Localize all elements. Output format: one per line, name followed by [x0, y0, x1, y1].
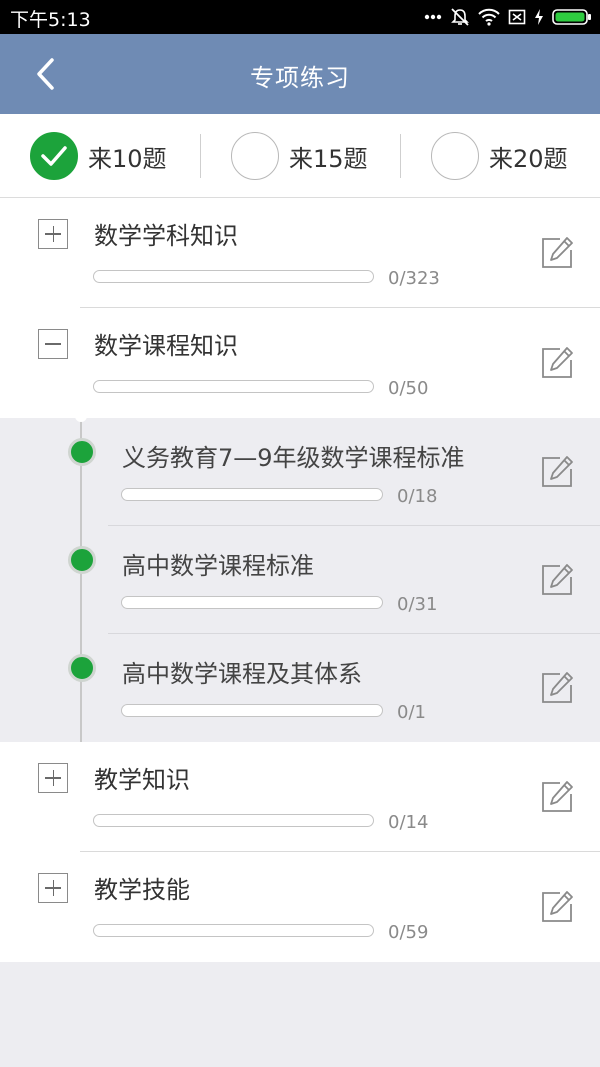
progress-bar [121, 704, 383, 717]
edit-practice-icon[interactable] [540, 346, 574, 380]
progress-bar [93, 380, 374, 393]
mute-icon [451, 8, 469, 26]
subcategory-name: 高中数学课程及其体系 [122, 660, 362, 688]
progress-count: 0/31 [397, 594, 438, 615]
option-15-questions[interactable]: 来15题 [231, 131, 368, 181]
battery-icon [552, 9, 591, 25]
empty-area [0, 962, 600, 1067]
progress-count: 0/50 [388, 378, 429, 399]
status-time: 下午5:13 [10, 9, 91, 31]
edit-practice-icon[interactable] [540, 671, 574, 705]
progress-bar [93, 270, 374, 283]
option-20-questions[interactable]: 来20题 [431, 131, 568, 181]
subcategory-row[interactable]: 义务教育7—9年级数学课程标准 0/18 [0, 418, 600, 526]
category-name: 数学课程知识 [94, 332, 238, 360]
progress-count: 0/323 [388, 268, 440, 289]
charging-icon [535, 9, 543, 25]
expand-plus-icon[interactable] [38, 219, 68, 249]
subcategory-row[interactable]: 高中数学课程标准 0/31 [0, 526, 600, 634]
subcategory-name: 高中数学课程标准 [122, 552, 314, 580]
category-row[interactable]: 数学学科知识 0/323 [0, 198, 600, 308]
divider [400, 134, 401, 178]
category-name: 教学技能 [94, 876, 190, 904]
progress-bar [121, 596, 383, 609]
category-row[interactable]: 教学技能 0/59 [0, 852, 600, 962]
checkmark-icon [41, 146, 67, 166]
progress-count: 0/59 [388, 922, 429, 943]
timeline-dot [68, 546, 96, 574]
divider [200, 134, 201, 178]
edit-practice-icon[interactable] [540, 890, 574, 924]
progress-bar [93, 924, 374, 937]
edit-practice-icon[interactable] [540, 236, 574, 270]
progress-bar [121, 488, 383, 501]
progress-bar [93, 814, 374, 827]
progress-count: 0/18 [397, 486, 438, 507]
option-label: 来20题 [489, 144, 568, 173]
radio-unchecked[interactable] [231, 132, 279, 180]
radio-unchecked[interactable] [431, 132, 479, 180]
timeline-dot [68, 654, 96, 682]
collapse-minus-icon[interactable] [38, 329, 68, 359]
option-label: 来15题 [289, 144, 368, 173]
more-dots-icon [424, 14, 442, 20]
expand-plus-icon[interactable] [38, 763, 68, 793]
edit-practice-icon[interactable] [540, 780, 574, 814]
wifi-icon [478, 8, 500, 26]
sim-icon [508, 9, 526, 25]
category-name: 教学知识 [94, 766, 190, 794]
app-header: 专项练习 [0, 34, 600, 114]
subcategory-name: 义务教育7—9年级数学课程标准 [122, 444, 465, 472]
subcategory-list: 义务教育7—9年级数学课程标准 0/18 高中数学课程标准 0/31 高中数学课… [0, 414, 600, 742]
subcategory-row[interactable]: 高中数学课程及其体系 0/1 [0, 634, 600, 742]
expand-plus-icon[interactable] [38, 873, 68, 903]
edit-practice-icon[interactable] [540, 563, 574, 597]
question-count-selector: 来10题 来15题 来20题 [0, 114, 600, 198]
status-bar: 下午5:13 [0, 0, 600, 34]
category-row[interactable]: 数学课程知识 0/50 [0, 308, 600, 418]
status-icons [424, 6, 592, 28]
page-title: 专项练习 [250, 64, 350, 92]
progress-count: 0/1 [397, 702, 426, 723]
radio-checked[interactable] [30, 132, 78, 180]
option-10-questions[interactable]: 来10题 [30, 131, 167, 181]
category-row[interactable]: 教学知识 0/14 [0, 742, 600, 852]
timeline-dot [68, 438, 96, 466]
edit-practice-icon[interactable] [540, 455, 574, 489]
progress-count: 0/14 [388, 812, 429, 833]
option-label: 来10题 [88, 144, 167, 173]
category-name: 数学学科知识 [94, 222, 238, 250]
